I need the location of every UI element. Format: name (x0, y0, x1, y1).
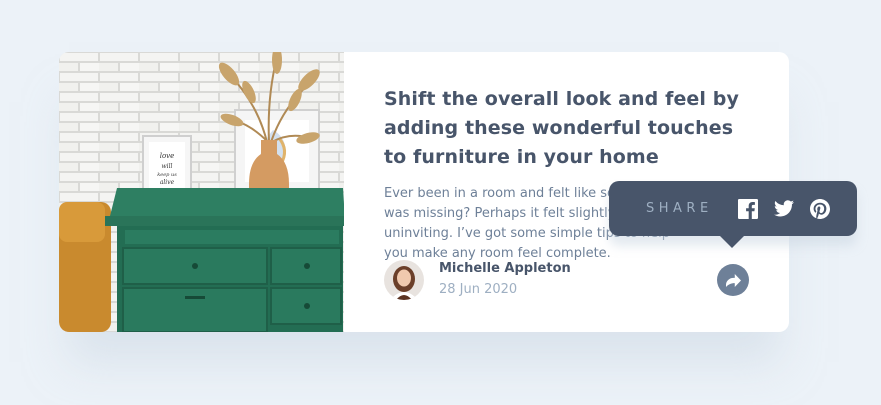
share-button[interactable] (717, 264, 749, 296)
facebook-link[interactable] (737, 198, 758, 219)
pinterest-icon (809, 198, 830, 219)
twitter-icon (773, 200, 794, 217)
author-meta: Michelle Appleton 28 Jun 2020 (439, 260, 571, 300)
drawers-illustration: love will keep us alive (59, 52, 344, 332)
publish-date: 28 Jun 2020 (439, 282, 518, 297)
svg-text:alive: alive (160, 179, 175, 186)
frame-lettering: love (160, 152, 175, 160)
article-title[interactable]: Shift the overall look and feel by addin… (384, 85, 744, 172)
author-block: Michelle Appleton 28 Jun 2020 (384, 260, 571, 300)
pinterest-link[interactable] (809, 198, 830, 219)
share-tooltip: SHARE (609, 181, 857, 248)
avatar (384, 260, 424, 300)
share-label: SHARE (646, 201, 713, 216)
share-arrow-icon (725, 273, 741, 287)
author-name: Michelle Appleton (439, 261, 571, 276)
twitter-link[interactable] (773, 200, 794, 217)
svg-text:keep us: keep us (157, 172, 177, 178)
svg-text:will: will (162, 163, 173, 170)
facebook-icon (737, 198, 758, 219)
drawers-photo: love will keep us alive (59, 52, 344, 332)
